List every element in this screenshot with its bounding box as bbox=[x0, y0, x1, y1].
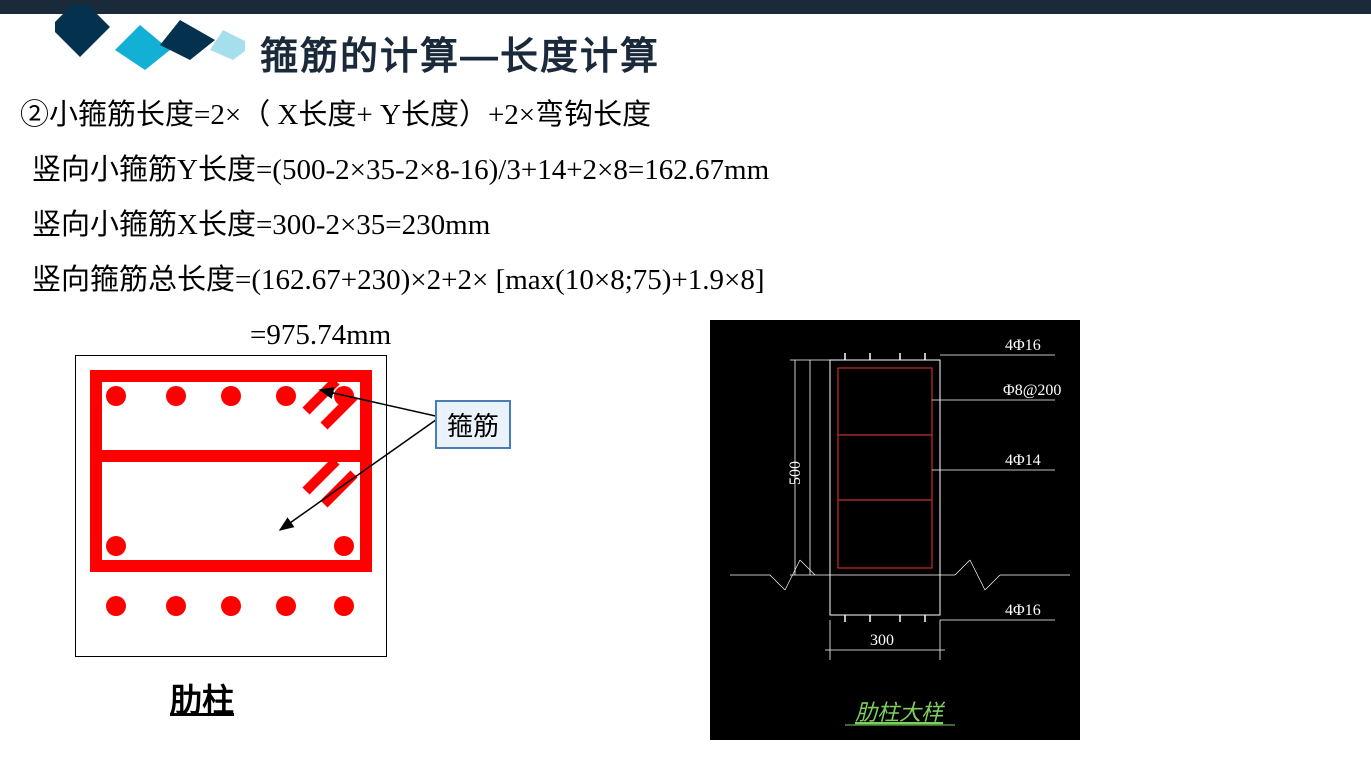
stirrup-label: 箍筋 bbox=[435, 400, 511, 449]
cad-detail-diagram: 4Φ16 Φ8@200 4Φ14 4Φ16 500 300 肋柱大样 bbox=[710, 320, 1080, 740]
line-1: ②小箍筋长度=2×（ X长度+ Y长度）+2×弯钩长度 bbox=[20, 88, 769, 143]
label-top: 4Φ16 bbox=[1005, 337, 1041, 354]
line-2: 竖向小箍筋Y长度=(500-2×35-2×8-16)/3+14+2×8=162.… bbox=[20, 143, 769, 198]
logo-icon bbox=[55, 5, 245, 80]
line-3: 竖向小箍筋X长度=300-2×35=230mm bbox=[20, 198, 769, 253]
right-diagram-caption: 肋柱大样 bbox=[855, 700, 946, 725]
label-bottom: 4Φ16 bbox=[1005, 602, 1041, 619]
label-second: Φ8@200 bbox=[1003, 382, 1061, 399]
page-title: 箍筋的计算—长度计算 bbox=[260, 25, 660, 80]
label-dim-y: 500 bbox=[787, 461, 804, 485]
content-block: ②小箍筋长度=2×（ X长度+ Y长度）+2×弯钩长度 竖向小箍筋Y长度=(50… bbox=[20, 88, 769, 363]
cross-section-diagram bbox=[75, 355, 387, 657]
line-4: 竖向箍筋总长度=(162.67+230)×2+2× [max(10×8;75)+… bbox=[20, 253, 769, 308]
label-middle: 4Φ14 bbox=[1005, 452, 1041, 469]
left-diagram-caption: 肋柱 bbox=[170, 675, 234, 721]
label-dim-x: 300 bbox=[870, 632, 894, 649]
